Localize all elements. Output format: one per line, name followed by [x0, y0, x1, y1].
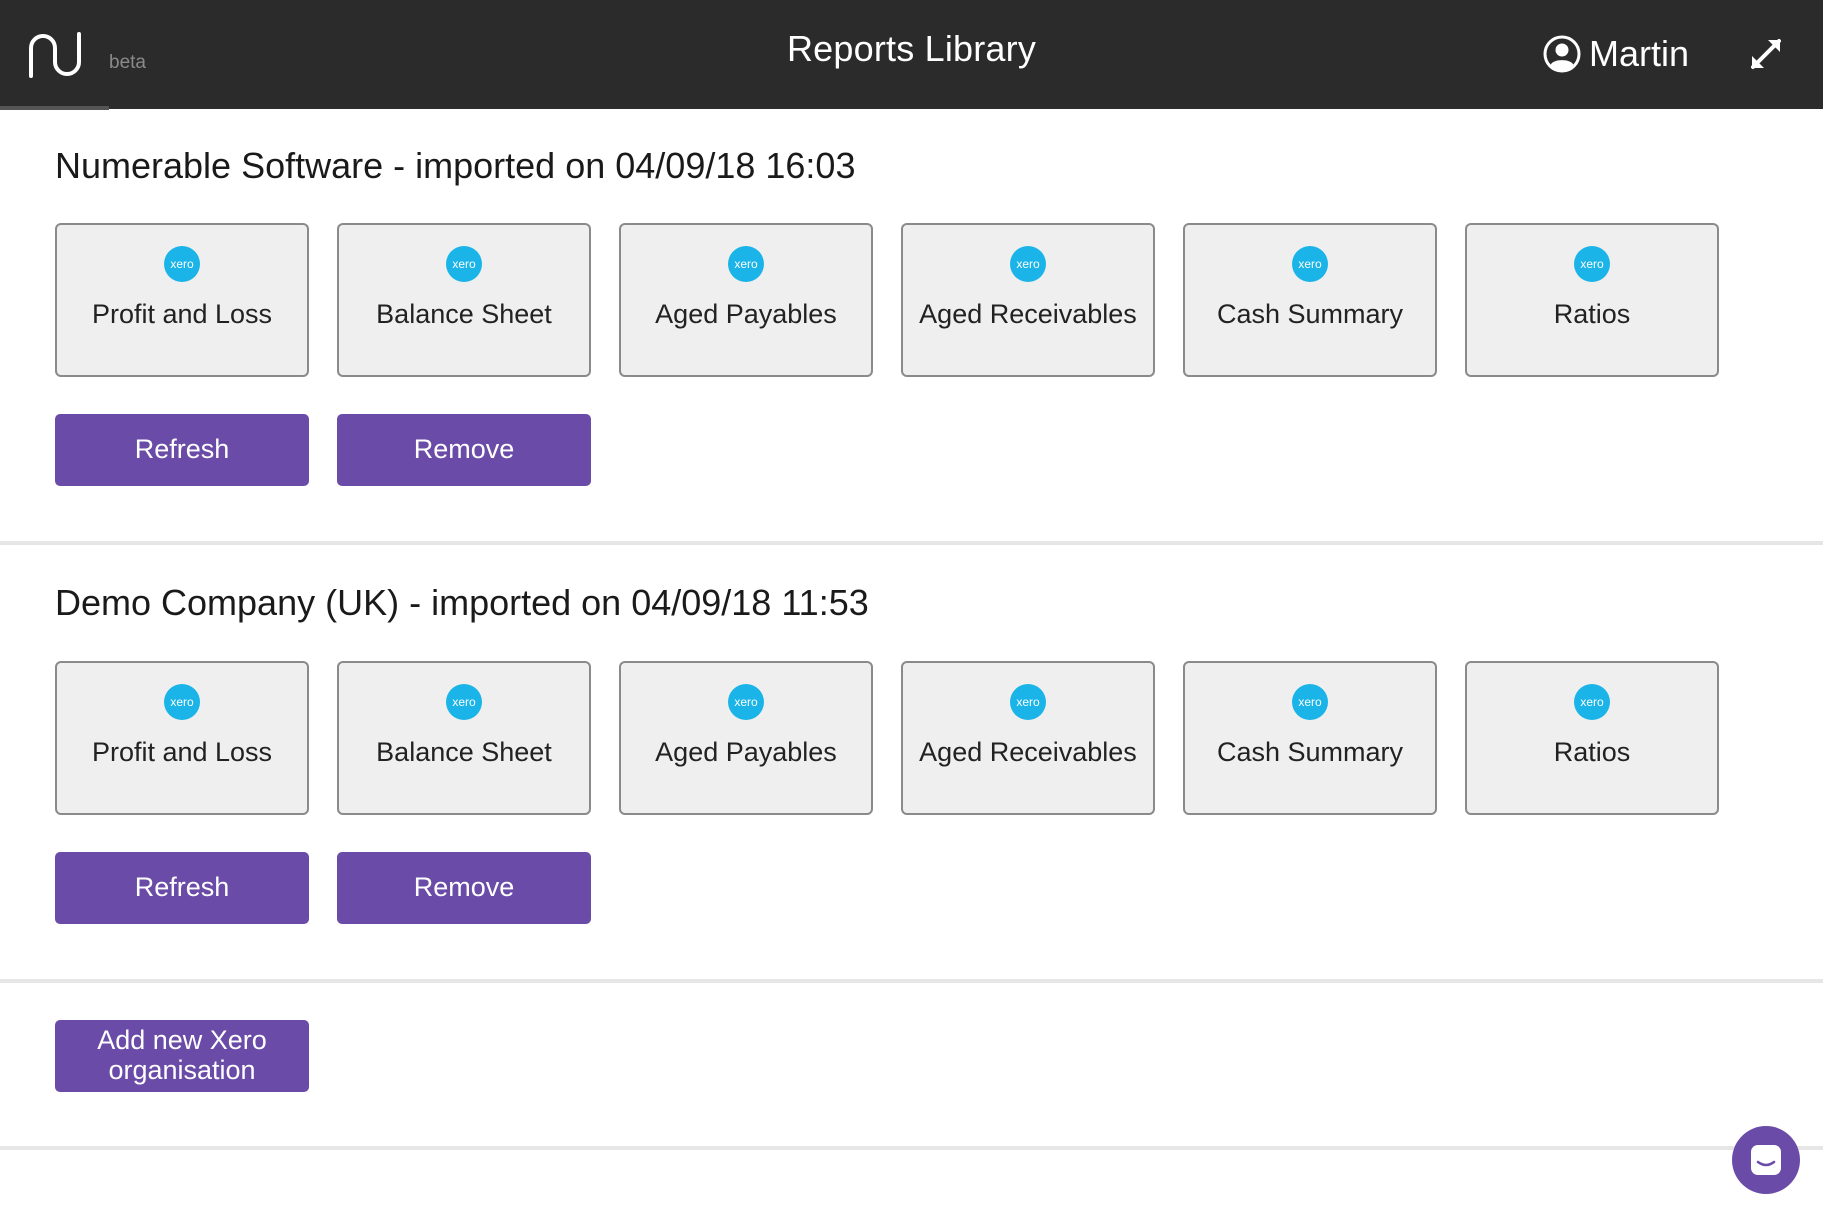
xero-logo-text: xero: [1298, 695, 1322, 709]
report-tile-aged-payables[interactable]: xero Aged Payables: [619, 661, 873, 815]
report-tile-label: Cash Summary: [1216, 299, 1404, 329]
report-tiles: xero Profit and Loss xero Balance Sheet …: [55, 223, 1719, 377]
report-tile-ratios[interactable]: xero Ratios: [1465, 223, 1719, 377]
xero-logo-icon: xero: [1010, 684, 1046, 720]
xero-logo-text: xero: [452, 695, 476, 709]
chat-launcher-button[interactable]: [1732, 1126, 1800, 1194]
xero-logo-text: xero: [1016, 695, 1040, 709]
xero-logo-text: xero: [1580, 695, 1604, 709]
user-circle-icon: [1543, 35, 1581, 73]
report-tiles: xero Profit and Loss xero Balance Sheet …: [55, 661, 1719, 815]
refresh-button[interactable]: Refresh: [55, 852, 309, 924]
user-name: Martin: [1589, 33, 1690, 74]
report-tile-label: Aged Receivables: [919, 737, 1137, 767]
xero-logo-text: xero: [1580, 257, 1604, 271]
report-tile-label: Ratios: [1553, 737, 1631, 767]
report-tile-cash-summary[interactable]: xero Cash Summary: [1183, 223, 1437, 377]
organisation-title: Numerable Software - imported on 04/09/1…: [55, 145, 856, 186]
xero-logo-icon: xero: [728, 246, 764, 282]
report-tile-profit-and-loss[interactable]: xero Profit and Loss: [55, 223, 309, 377]
report-tile-label: Cash Summary: [1216, 737, 1404, 767]
add-org-label-line2: organisation: [108, 1055, 256, 1085]
xero-logo-text: xero: [734, 695, 758, 709]
xero-logo-icon: xero: [446, 246, 482, 282]
add-xero-organisation-button[interactable]: Add new Xero organisation: [55, 1020, 309, 1092]
report-tile-label: Aged Payables: [655, 737, 837, 767]
section-divider: [0, 1146, 1823, 1150]
chat-bubble-icon: [1751, 1145, 1781, 1175]
xero-logo-icon: xero: [164, 246, 200, 282]
report-tile-label: Ratios: [1553, 299, 1631, 329]
logo-underline: [0, 106, 109, 110]
organisation-actions: Refresh Remove: [55, 852, 591, 924]
xero-logo-text: xero: [170, 257, 194, 271]
report-tile-cash-summary[interactable]: xero Cash Summary: [1183, 661, 1437, 815]
xero-logo-text: xero: [170, 695, 194, 709]
add-org-label-line1: Add new Xero: [97, 1025, 267, 1056]
xero-logo-text: xero: [452, 257, 476, 271]
report-tile-label: Profit and Loss: [91, 299, 273, 329]
report-tile-profit-and-loss[interactable]: xero Profit and Loss: [55, 661, 309, 815]
xero-logo-icon: xero: [728, 684, 764, 720]
xero-logo-icon: xero: [1292, 246, 1328, 282]
report-tile-ratios[interactable]: xero Ratios: [1465, 661, 1719, 815]
organisation-title: Demo Company (UK) - imported on 04/09/18…: [55, 582, 869, 623]
user-menu[interactable]: Martin: [1543, 30, 1689, 78]
report-tile-label: Balance Sheet: [376, 737, 552, 767]
report-tile-balance-sheet[interactable]: xero Balance Sheet: [337, 661, 591, 815]
report-tile-aged-payables[interactable]: xero Aged Payables: [619, 223, 873, 377]
xero-logo-icon: xero: [1574, 246, 1610, 282]
remove-button[interactable]: Remove: [337, 414, 591, 486]
xero-logo-text: xero: [734, 257, 758, 271]
report-tile-label: Aged Payables: [655, 299, 837, 329]
xero-logo-text: xero: [1298, 257, 1322, 271]
report-tile-balance-sheet[interactable]: xero Balance Sheet: [337, 223, 591, 377]
xero-logo-text: xero: [1016, 257, 1040, 271]
report-tile-label: Profit and Loss: [91, 737, 273, 767]
xero-logo-icon: xero: [1574, 684, 1610, 720]
xero-logo-icon: xero: [164, 684, 200, 720]
xero-logo-icon: xero: [1292, 684, 1328, 720]
report-tile-label: Aged Receivables: [919, 299, 1137, 329]
section-divider: [0, 541, 1823, 545]
xero-logo-icon: xero: [1010, 246, 1046, 282]
refresh-button[interactable]: Refresh: [55, 414, 309, 486]
top-bar: beta Reports Library Martin: [0, 0, 1823, 110]
section-divider: [0, 979, 1823, 983]
organisation-actions: Refresh Remove: [55, 414, 591, 486]
expand-icon[interactable]: [1748, 36, 1784, 72]
remove-button[interactable]: Remove: [337, 852, 591, 924]
report-tile-label: Balance Sheet: [376, 299, 552, 329]
report-tile-aged-receivables[interactable]: xero Aged Receivables: [901, 661, 1155, 815]
report-tile-aged-receivables[interactable]: xero Aged Receivables: [901, 223, 1155, 377]
xero-logo-icon: xero: [446, 684, 482, 720]
